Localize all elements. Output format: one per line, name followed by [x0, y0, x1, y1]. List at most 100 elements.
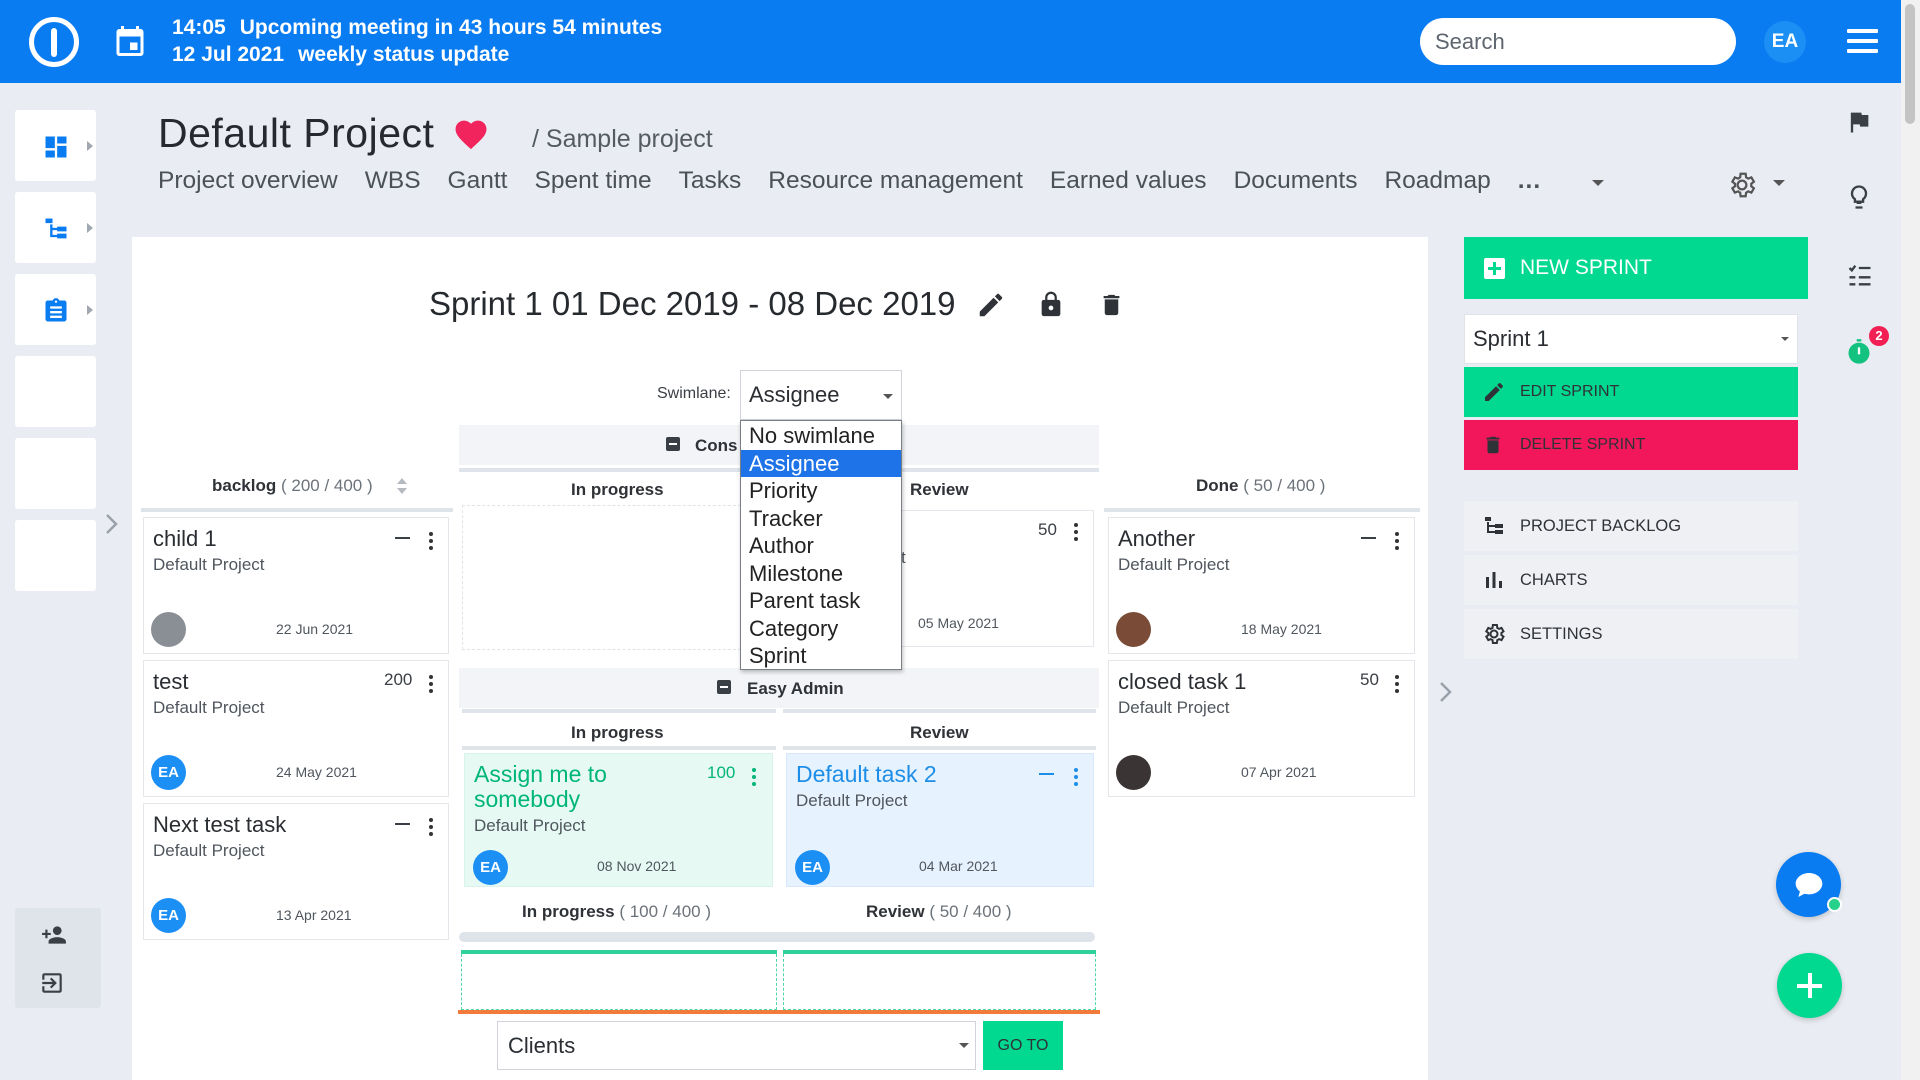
charts-link[interactable]: CHARTS — [1464, 555, 1798, 605]
sort-icon[interactable] — [396, 477, 408, 495]
search-input[interactable] — [1420, 18, 1736, 65]
card-title[interactable]: Next test task — [153, 812, 286, 837]
chevron-down-icon[interactable] — [1592, 180, 1604, 186]
avatar[interactable] — [151, 612, 186, 647]
calendar-icon[interactable] — [112, 23, 148, 59]
swimlane-option[interactable]: No swimlane — [741, 422, 901, 450]
task-card[interactable]: closed task 1 50 Default Project 07 Apr … — [1108, 660, 1415, 797]
rail-empty-slot[interactable] — [15, 520, 96, 591]
swimlane-option[interactable]: Priority — [741, 477, 901, 505]
more-options-icon[interactable] — [429, 532, 433, 553]
done-name: Done — [1196, 476, 1239, 495]
page-scrollbar[interactable] — [1901, 0, 1920, 1080]
card-title[interactable]: Default task 2 — [796, 762, 937, 787]
horizontal-scrollbar[interactable] — [459, 932, 1095, 942]
more-options-icon[interactable] — [429, 675, 433, 696]
rail-empty-slot[interactable] — [15, 438, 96, 509]
edit-sprint-button[interactable]: EDIT SPRINT — [1464, 367, 1798, 417]
task-card[interactable]: Default task 2 Default Project EA 04 Mar… — [786, 753, 1094, 887]
nav-project-overview[interactable]: Project overview — [158, 167, 338, 195]
edit-pencil-icon[interactable] — [976, 290, 1006, 320]
swimlane-option[interactable]: Tracker — [741, 505, 901, 533]
task-card[interactable]: Another Default Project 18 May 2021 — [1108, 517, 1415, 654]
rail-empty-slot[interactable] — [15, 356, 96, 427]
more-options-icon[interactable] — [1074, 768, 1078, 789]
chat-button[interactable] — [1776, 852, 1842, 917]
swimlane-select[interactable]: Assignee — [740, 370, 902, 420]
swimlane-option-selected[interactable]: Assignee — [741, 449, 901, 477]
app-logo-icon[interactable] — [29, 17, 79, 67]
card-title[interactable]: child 1 — [153, 526, 217, 551]
task-card[interactable]: test 200 Default Project EA 24 May 2021 — [143, 660, 449, 797]
avatar[interactable] — [1116, 612, 1151, 647]
swimlane-option[interactable]: Category — [741, 615, 901, 643]
flag-icon[interactable] — [1845, 107, 1873, 137]
nav-more[interactable]: ... — [1518, 167, 1541, 195]
add-user-icon[interactable] — [39, 922, 69, 948]
avatar[interactable]: EA — [151, 898, 186, 933]
more-options-icon[interactable] — [1395, 532, 1399, 553]
logout-icon[interactable] — [39, 970, 65, 996]
swimlane-dropdown-list[interactable]: No swimlane Assignee Priority Tracker Au… — [740, 420, 902, 670]
collapse-icon[interactable] — [666, 437, 680, 451]
task-card[interactable]: Assign me to somebody 100 Default Projec… — [464, 753, 773, 887]
new-sprint-button[interactable]: NEW SPRINT — [1464, 237, 1808, 299]
go-to-button[interactable]: GO TO — [983, 1021, 1063, 1070]
trash-icon[interactable] — [1098, 290, 1125, 320]
user-avatar[interactable]: EA — [1764, 21, 1806, 63]
avatar[interactable] — [1116, 755, 1151, 790]
scrollbar-thumb[interactable] — [1905, 4, 1915, 124]
clients-select[interactable]: Clients — [497, 1021, 976, 1070]
avatar[interactable]: EA — [473, 850, 508, 885]
more-options-icon[interactable] — [752, 768, 756, 789]
nav-spent-time[interactable]: Spent time — [534, 167, 651, 195]
lock-icon[interactable] — [1037, 289, 1065, 320]
swimlane-option[interactable]: Parent task — [741, 587, 901, 615]
hamburger-menu-icon[interactable] — [1847, 29, 1878, 53]
swimlane-group-header[interactable]: Easy Admin — [459, 668, 1099, 708]
breadcrumb[interactable]: / Sample project — [532, 125, 713, 154]
empty-drop-zone[interactable] — [783, 954, 1096, 1010]
nav-resource-management[interactable]: Resource management — [768, 167, 1023, 195]
avatar[interactable]: EA — [795, 850, 830, 885]
nav-gantt[interactable]: Gantt — [448, 167, 508, 195]
avatar[interactable]: EA — [151, 755, 186, 790]
swimlane-option[interactable]: Author — [741, 532, 901, 560]
rail-dashboard-button[interactable] — [15, 110, 96, 181]
card-title[interactable]: Another — [1118, 526, 1195, 551]
gear-icon[interactable] — [1727, 170, 1757, 200]
card-title[interactable]: test — [153, 669, 188, 694]
favorite-heart-icon[interactable] — [452, 116, 490, 150]
nav-wbs[interactable]: WBS — [365, 167, 421, 195]
expand-rail-icon[interactable] — [104, 512, 120, 536]
settings-link[interactable]: SETTINGS — [1464, 609, 1798, 659]
chevron-down-icon[interactable] — [1773, 180, 1785, 186]
empty-drop-zone[interactable] — [462, 505, 776, 650]
lightbulb-icon[interactable] — [1845, 180, 1873, 214]
nav-documents[interactable]: Documents — [1234, 167, 1358, 195]
card-title[interactable]: closed task 1 — [1118, 669, 1246, 694]
nav-earned-values[interactable]: Earned values — [1050, 167, 1207, 195]
empty-drop-zone[interactable] — [461, 954, 777, 1010]
task-card[interactable]: Next test task Default Project EA 13 Apr… — [143, 803, 449, 940]
nav-roadmap[interactable]: Roadmap — [1384, 167, 1490, 195]
rail-wbs-button[interactable] — [15, 192, 96, 263]
rail-tasks-button[interactable] — [15, 274, 96, 345]
task-card[interactable]: child 1 Default Project 22 Jun 2021 — [143, 517, 449, 654]
project-backlog-link[interactable]: PROJECT BACKLOG — [1464, 501, 1798, 551]
collapse-sidebar-icon[interactable] — [1438, 680, 1454, 704]
quick-add-button[interactable] — [1777, 953, 1842, 1018]
swimlane-option[interactable]: Milestone — [741, 560, 901, 588]
timer-icon[interactable] — [1845, 336, 1873, 368]
delete-sprint-button[interactable]: DELETE SPRINT — [1464, 420, 1798, 470]
more-options-icon[interactable] — [1074, 523, 1078, 544]
more-options-icon[interactable] — [429, 818, 433, 839]
sprint-select[interactable]: Sprint 1 — [1464, 314, 1798, 364]
swimlane-option[interactable]: Sprint — [741, 642, 901, 670]
card-title[interactable]: Assign me to somebody — [474, 762, 674, 812]
more-options-icon[interactable] — [1395, 675, 1399, 696]
nav-tasks[interactable]: Tasks — [679, 167, 742, 195]
collapse-icon[interactable] — [717, 680, 731, 694]
upcoming-meeting[interactable]: 14:05 Upcoming meeting in 43 hours 54 min… — [172, 14, 676, 68]
checklist-icon[interactable] — [1845, 261, 1875, 289]
